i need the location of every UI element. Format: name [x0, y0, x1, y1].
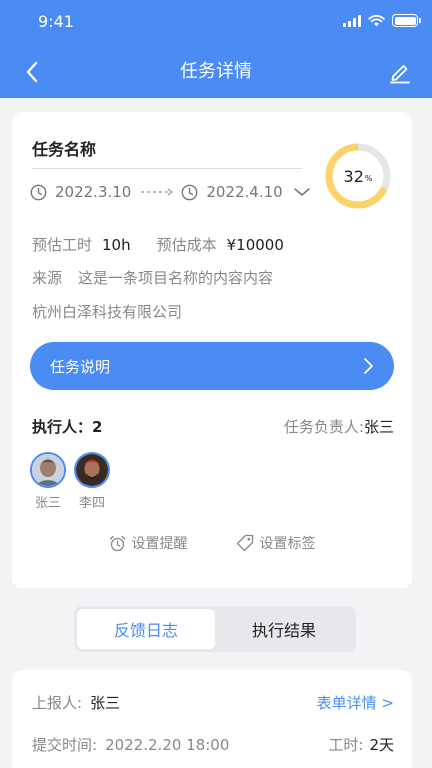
task-description-button[interactable]: 任务说明: [30, 342, 394, 390]
source-value: 这是一条项目名称的内容内容: [78, 269, 274, 287]
progress-value: 32: [343, 166, 364, 186]
progress-unit: %: [364, 174, 373, 183]
executor-name: 李四: [78, 496, 105, 511]
submit-time-label: 提交时间:: [32, 736, 98, 754]
set-tag-label: 设置标签: [259, 536, 316, 552]
edit-button[interactable]: [388, 60, 414, 84]
app-header: 9:41 任务详情: [0, 0, 432, 98]
clock-icon: [30, 184, 47, 200]
page-title: 任务详情: [180, 61, 252, 82]
task-name: 任务名称: [32, 140, 97, 159]
end-date: 2022.4.10: [206, 183, 283, 201]
task-owner: 任务负责人:张三: [284, 416, 394, 437]
avatar: [74, 452, 110, 488]
task-card: 任务名称 2022.3.10 2022.4.10 32% 预估工时 10h 预估…: [12, 112, 412, 588]
action-bar: 设置提醒 设置标签: [12, 533, 412, 553]
executor-item[interactable]: 张三: [30, 452, 66, 511]
reporter-row: 上报人: 张三: [32, 692, 120, 713]
status-icons: [343, 14, 421, 27]
edit-icon: [390, 65, 410, 84]
chevron-right-icon: [364, 358, 373, 374]
reporter-label: 上报人:: [32, 694, 83, 712]
company-name: 杭州白泽科技有限公司: [32, 303, 183, 321]
set-reminder-button[interactable]: 设置提醒: [109, 533, 188, 553]
status-time: 9:41: [38, 12, 74, 31]
estimate-row: 预估工时 10h 预估成本 ¥10000: [32, 234, 284, 255]
set-reminder-label: 设置提醒: [131, 536, 188, 552]
form-detail-link[interactable]: 表单详情 >: [317, 692, 394, 713]
company-row: 杭州白泽科技有限公司: [32, 301, 182, 322]
owner-label: 任务负责人:: [283, 418, 364, 436]
wifi-icon: [368, 14, 385, 26]
executor-item[interactable]: 李四: [74, 452, 110, 511]
est-cost-value: ¥10000: [226, 235, 284, 254]
arrow-right-icon: [141, 187, 175, 197]
progress-label: 32%: [324, 142, 392, 210]
clock-icon: [181, 184, 198, 200]
submit-time-value: 2022.2.20 18:00: [105, 736, 230, 754]
owner-name: 张三: [363, 418, 394, 436]
avatar: [30, 452, 66, 488]
divider: [32, 168, 302, 169]
tab-feedback-log[interactable]: 反馈日志: [77, 609, 215, 649]
hours-label: 工时:: [328, 736, 364, 754]
date-range[interactable]: 2022.3.10 2022.4.10: [30, 180, 311, 204]
start-date: 2022.3.10: [55, 183, 132, 201]
executor-name: 张三: [34, 496, 61, 511]
feedback-log-card: 上报人: 张三 表单详情 > 提交时间: 2022.2.20 18:00 工时: 2天: [12, 670, 412, 768]
signal-icon: [343, 14, 361, 27]
reporter-name: 张三: [90, 694, 121, 712]
tab-bar: 反馈日志 执行结果: [74, 606, 356, 652]
source-label: 来源: [32, 269, 63, 287]
hours-row: 工时: 2天: [328, 734, 394, 755]
est-hours-value: 10h: [102, 235, 131, 254]
hours-value: 2天: [369, 736, 394, 754]
executors-label: 执行人：2: [32, 418, 103, 436]
alarm-icon: [109, 535, 125, 551]
battery-icon: [392, 14, 421, 27]
set-tag-button[interactable]: 设置标签: [236, 533, 316, 553]
est-hours-label: 预估工时: [32, 236, 93, 254]
source-row: 来源 这是一条项目名称的内容内容: [32, 267, 273, 288]
tab-execution-result[interactable]: 执行结果: [215, 609, 353, 649]
est-cost-label: 预估成本: [156, 236, 217, 254]
submit-time-row: 提交时间: 2022.2.20 18:00: [32, 734, 229, 755]
tag-icon: [236, 534, 253, 552]
chevron-down-icon: [293, 188, 310, 196]
task-description-label: 任务说明: [50, 357, 111, 376]
